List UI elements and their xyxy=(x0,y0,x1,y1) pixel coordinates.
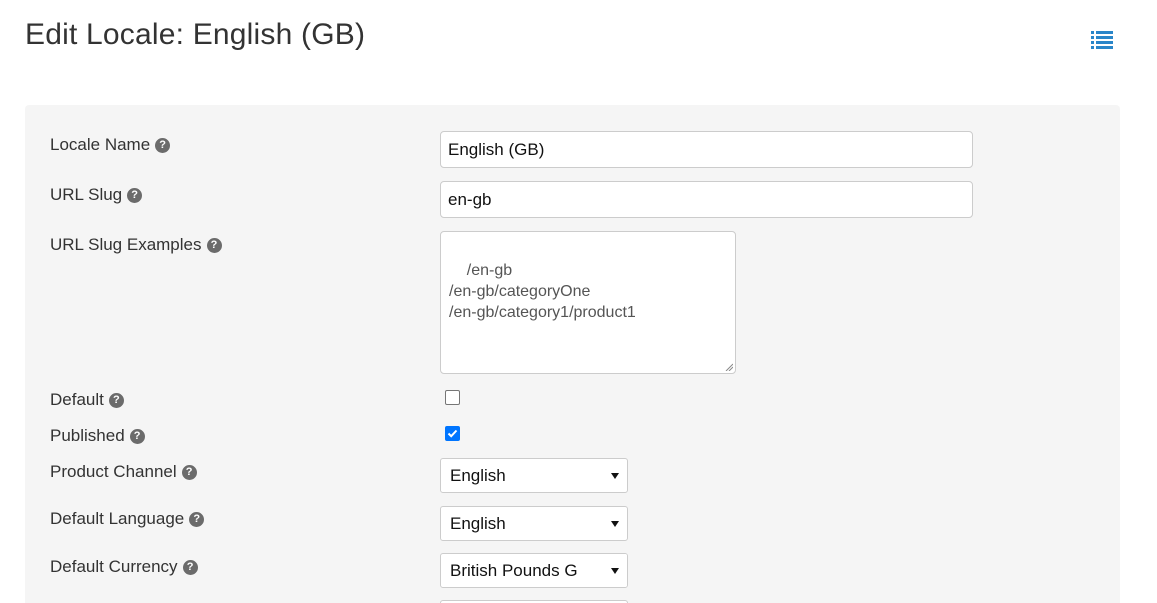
question-circle-icon[interactable]: ? xyxy=(108,392,124,408)
url-slug-examples-text: /en-gb /en-gb/categoryOne /en-gb/categor… xyxy=(449,262,636,321)
default-language-label-text: Default Language xyxy=(50,509,185,528)
published-checkbox[interactable] xyxy=(445,426,460,441)
question-circle-icon[interactable]: ? xyxy=(181,464,197,480)
default-currency-label: Default Currency ? xyxy=(50,557,198,577)
question-circle-icon[interactable]: ? xyxy=(129,428,145,444)
question-circle-icon[interactable]: ? xyxy=(155,137,171,153)
product-channel-label: Product Channel ? xyxy=(50,462,197,482)
resize-grip-icon[interactable] xyxy=(725,363,733,371)
url-slug-examples-textarea[interactable]: /en-gb /en-gb/categoryOne /en-gb/categor… xyxy=(440,231,736,374)
question-circle-icon[interactable]: ? xyxy=(189,511,205,527)
list-icon[interactable] xyxy=(1091,30,1113,50)
url-slug-label: URL Slug ? xyxy=(50,185,143,205)
url-slug-label-text: URL Slug xyxy=(50,185,123,204)
default-checkbox[interactable] xyxy=(445,390,460,405)
url-slug-input[interactable] xyxy=(440,181,973,218)
edit-locale-page: Edit Locale: English (GB) Locale Name ? … xyxy=(0,0,1157,603)
published-label: Published ? xyxy=(50,426,145,446)
caret-down-icon xyxy=(611,521,619,527)
question-circle-icon[interactable]: ? xyxy=(127,187,143,203)
product-channel-selected: English xyxy=(450,466,506,485)
product-channel-select[interactable]: English xyxy=(440,458,628,493)
default-label-text: Default xyxy=(50,390,104,409)
default-language-selected: English xyxy=(450,514,506,533)
url-slug-examples-label-text: URL Slug Examples xyxy=(50,235,202,254)
url-slug-examples-label: URL Slug Examples ? xyxy=(50,235,222,255)
locale-name-label: Locale Name ? xyxy=(50,135,171,155)
caret-down-icon xyxy=(611,568,619,574)
locale-name-input[interactable] xyxy=(440,131,973,168)
default-language-select[interactable]: English xyxy=(440,506,628,541)
published-label-text: Published xyxy=(50,426,125,445)
default-currency-label-text: Default Currency xyxy=(50,557,178,576)
page-title: Edit Locale: English (GB) xyxy=(25,18,366,51)
caret-down-icon xyxy=(611,473,619,479)
default-label: Default ? xyxy=(50,390,124,410)
default-language-label: Default Language ? xyxy=(50,509,205,529)
locale-name-label-text: Locale Name xyxy=(50,135,151,154)
product-channel-label-text: Product Channel xyxy=(50,462,177,481)
default-currency-selected: British Pounds G xyxy=(450,561,578,580)
default-currency-select[interactable]: British Pounds G xyxy=(440,553,628,588)
question-circle-icon[interactable]: ? xyxy=(206,237,222,253)
question-circle-icon[interactable]: ? xyxy=(182,559,198,575)
checkmark-icon xyxy=(447,429,458,438)
